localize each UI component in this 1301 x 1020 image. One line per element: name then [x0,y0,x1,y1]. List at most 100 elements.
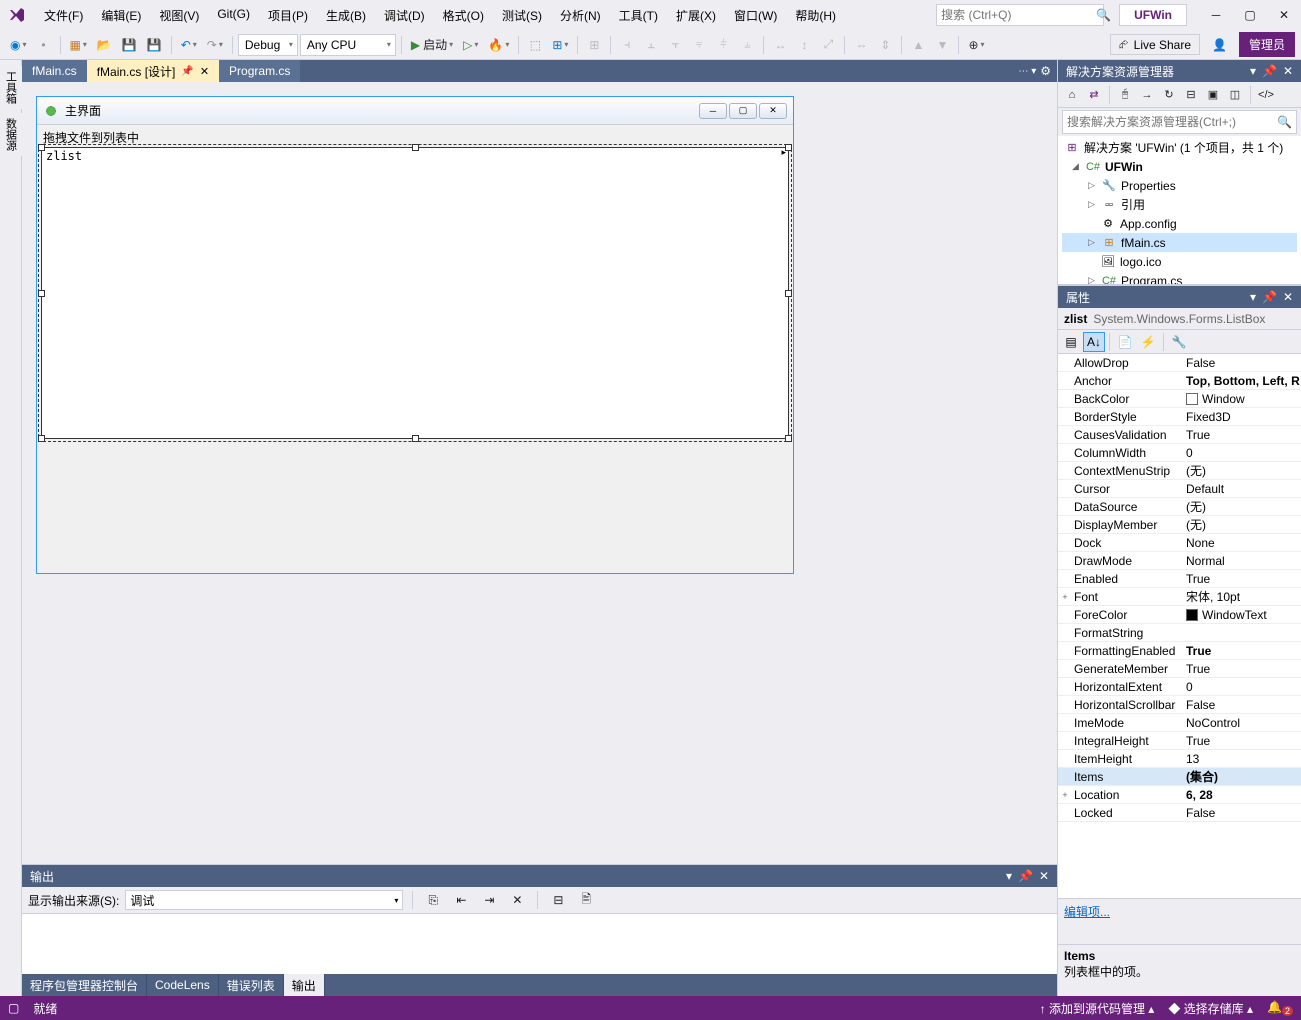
menu-x[interactable]: 扩展(X) [668,3,724,28]
prop-row[interactable]: CursorDefault [1058,480,1301,498]
se-collapse-icon[interactable]: ⊟ [1181,85,1201,105]
time-icon[interactable]: 🖹 [575,889,597,911]
notification-button[interactable]: 🔔2 [1267,1000,1293,1016]
edit-items-link[interactable]: 编辑项... [1064,905,1110,919]
prop-row[interactable]: ItemHeight13 [1058,750,1301,768]
align-center-icon[interactable]: ⫠ [640,34,662,56]
prop-row[interactable]: IntegralHeightTrue [1058,732,1301,750]
toolbox-tab[interactable]: 工具箱 [0,66,22,109]
menu-w[interactable]: 窗口(W) [726,3,785,28]
prop-row[interactable]: DockNone [1058,534,1301,552]
prop-pin-icon[interactable]: 📌 [1262,290,1277,304]
output-source-combo[interactable]: 调试 [125,890,403,910]
align-bot-icon[interactable]: ⫨ [736,34,758,56]
se-fwd-icon[interactable]: → [1137,85,1157,105]
menu-e[interactable]: 编辑(E) [93,3,149,28]
se-search[interactable]: 🔍 [1062,110,1297,134]
size-w-icon[interactable]: ↔ [769,34,791,56]
se-back-icon[interactable]: 🖰 [1115,85,1135,105]
prop-row[interactable]: ForeColorWindowText [1058,606,1301,624]
menu-d[interactable]: 调试(D) [376,3,433,28]
layout-button[interactable]: ⊞ [548,34,572,56]
bottom-tab[interactable]: 输出 [284,974,325,996]
se-switch-icon[interactable]: ⇄ [1084,85,1104,105]
back-history-button[interactable]: ◉ [6,34,31,56]
menu-s[interactable]: 测试(S) [494,3,550,28]
events-icon[interactable]: ⚡ [1137,332,1159,352]
vspace-icon[interactable]: ⇕ [874,34,896,56]
se-view-icon[interactable]: </> [1256,85,1276,105]
align-top-icon[interactable]: ⫧ [688,34,710,56]
select-repo-button[interactable]: ◆ 选择存储库 ▴ [1168,1000,1253,1017]
menu-gitg[interactable]: Git(G) [209,3,258,28]
prop-row[interactable]: DrawModeNormal [1058,552,1301,570]
size-both-icon[interactable]: ⤢ [817,34,839,56]
save-all-button[interactable]: 💾 [143,34,166,56]
extra-icon[interactable]: ⊕ [964,34,988,56]
prop-row[interactable]: LockedFalse [1058,804,1301,822]
prop-close-icon[interactable]: ✕ [1283,290,1293,304]
align-right-icon[interactable]: ⫟ [664,34,686,56]
se-pin-icon[interactable]: 📌 [1262,64,1277,78]
maximize-button[interactable]: ▢ [1233,2,1267,28]
prop-row[interactable]: BorderStyleFixed3D [1058,408,1301,426]
datasource-tab[interactable]: 数据源 [0,113,22,156]
property-grid[interactable]: AllowDropFalseAnchorTop, Bottom, Left, R… [1058,354,1301,898]
global-search[interactable]: 🔍 [936,4,1104,26]
redo-button[interactable]: ↷ [203,34,227,56]
properties-object[interactable]: zlistSystem.Windows.Forms.ListBox [1058,308,1301,330]
prop-row[interactable]: +Location6, 28 [1058,786,1301,804]
logo-node[interactable]: 🖼logo.ico [1062,252,1297,271]
project-name-badge[interactable]: UFWin [1119,4,1187,26]
prop-row[interactable]: HorizontalScrollbarFalse [1058,696,1301,714]
se-search-input[interactable] [1067,115,1277,129]
prop-row[interactable]: ImeModeNoControl [1058,714,1301,732]
align-grid-icon[interactable]: ⊞ [583,34,605,56]
open-button[interactable]: 📂 [93,34,116,56]
categorized-icon[interactable]: ▤ [1060,332,1082,352]
config-combo[interactable]: Debug [238,34,298,56]
proppages-icon[interactable]: 🔧 [1168,332,1190,352]
form-body[interactable]: 拖拽文件到列表中 zlist ▸ [37,125,793,573]
prop-row[interactable]: DisplayMember(无) [1058,516,1301,534]
prop-row[interactable]: AllowDropFalse [1058,354,1301,372]
send-back-icon[interactable]: ▼ [931,34,953,56]
menu-v[interactable]: 视图(V) [151,3,207,28]
tab-program-cs[interactable]: Program.cs [219,60,300,82]
hspace-icon[interactable]: ⇔ [850,34,872,56]
start-debug-button[interactable]: ▶启动 [407,34,457,56]
admin-badge[interactable]: 管理员 [1239,32,1295,57]
references-node[interactable]: ▷▫▫引用 [1062,195,1297,214]
designed-form[interactable]: 主界面 ─ ▢ ✕ 拖拽文件到列表中 zlist ▸ [36,96,794,574]
panel-pin-icon[interactable]: 📌 [1018,869,1033,883]
tab-dropdown-icon[interactable]: ⋯ ▾ [1018,66,1036,77]
platform-combo[interactable]: Any CPU [300,34,396,56]
minimize-button[interactable]: ─ [1199,2,1233,28]
prop-row[interactable]: ColumnWidth0 [1058,444,1301,462]
prop-row[interactable]: +Font宋体, 10pt [1058,588,1301,606]
se-home-icon[interactable]: ⌂ [1062,85,1082,105]
feedback-icon[interactable]: 👤 [1208,34,1231,56]
solution-tree[interactable]: ⊞解决方案 'UFWin' (1 个项目，共 1 个) ◢C#UFWin ▷🔧P… [1058,136,1301,284]
prop-row[interactable]: CausesValidationTrue [1058,426,1301,444]
close-tab-icon[interactable]: ✕ [200,65,209,78]
fmain-node[interactable]: ▷⊞fMain.cs [1062,233,1297,252]
se-menu-icon[interactable]: ▾ [1250,64,1256,78]
alpha-icon[interactable]: A↓ [1083,332,1105,352]
se-prop-icon[interactable]: ◫ [1225,85,1245,105]
bottom-tab[interactable]: 错误列表 [219,974,284,996]
pin-icon[interactable]: 📌 [181,66,193,77]
prop-row[interactable]: DataSource(无) [1058,498,1301,516]
prop-row[interactable]: FormatString [1058,624,1301,642]
prev-icon[interactable]: ⇤ [450,889,472,911]
se-sync-icon[interactable]: ↻ [1159,85,1179,105]
prop-row[interactable]: EnabledTrue [1058,570,1301,588]
menu-n[interactable]: 分析(N) [552,3,609,28]
prop-row[interactable]: ContextMenuStrip(无) [1058,462,1301,480]
liveshare-button[interactable]: ⮳Live Share [1110,34,1200,55]
forward-button[interactable]: • [33,34,55,56]
prop-row[interactable]: GenerateMemberTrue [1058,660,1301,678]
prop-row[interactable]: AnchorTop, Bottom, Left, R [1058,372,1301,390]
align-left-icon[interactable]: ⫞ [616,34,638,56]
undo-button[interactable]: ↶ [177,34,201,56]
